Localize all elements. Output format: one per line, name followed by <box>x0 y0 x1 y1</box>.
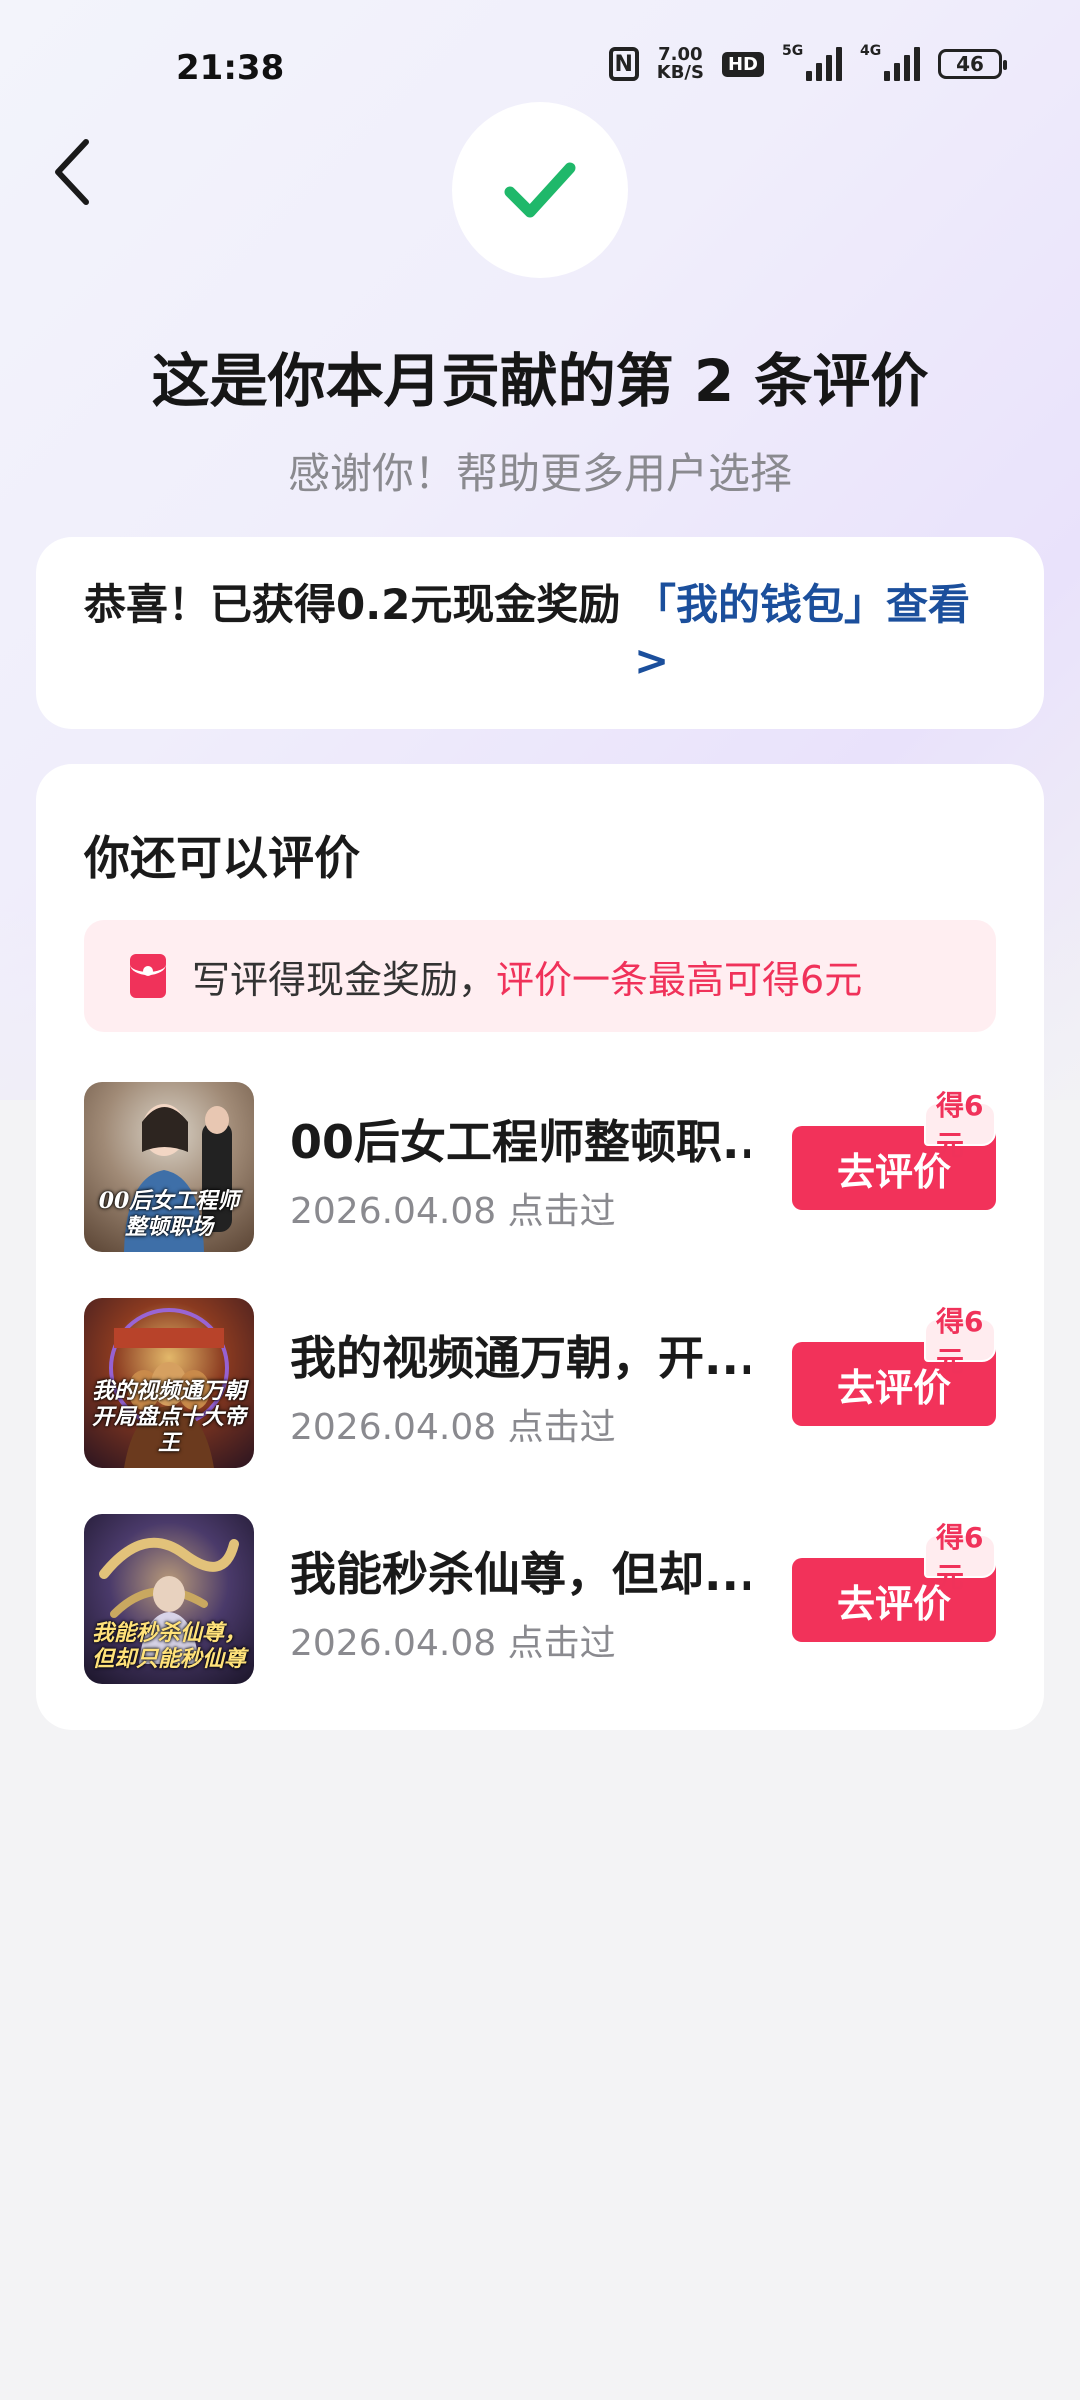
signal-5g-icon: 5G <box>782 43 842 81</box>
item-meta: 2026.04.08 点击过 <box>290 1407 616 1448</box>
cover-caption: 00后女工程师 整顿职场 <box>98 1188 240 1240</box>
network-speed-unit: KB/S <box>656 62 704 83</box>
list-item[interactable]: 我能秒杀仙尊， 但却只能秒仙尊 我能秒杀仙尊，但却... 2026.04.08 … <box>84 1514 996 1684</box>
battery-icon: 46 <box>938 49 1007 79</box>
item-title: 我的视频通万朝，开... <box>290 1331 750 1385</box>
red-packet-icon <box>130 954 166 998</box>
page-subtitle: 感谢你！帮助更多用户选择 <box>287 449 792 498</box>
cover-caption: 我的视频通万朝 开局盘点十大帝王 <box>91 1378 246 1456</box>
drama-cover-image[interactable]: 我的视频通万朝 开局盘点十大帝王 <box>84 1298 254 1468</box>
reward-badge: 得6元 <box>924 1521 996 1594</box>
status-icons: N 7.00 KB/S HD 5G 4G 46 <box>608 43 1007 82</box>
signal-4g-icon: 4G <box>860 43 920 81</box>
promo-highlight: 评价一条最高可得6元 <box>496 957 863 1002</box>
cover-caption: 我能秒杀仙尊， 但却只能秒仙尊 <box>91 1620 246 1672</box>
item-title: 00后女工程师整顿职... <box>290 1115 750 1169</box>
status-time: 21:38 <box>176 48 285 88</box>
page-title: 这是你本月贡献的第 2 条评价 <box>151 347 929 415</box>
reward-card: 恭喜！已获得0.2元现金奖励 「我的钱包」查看 > <box>36 537 1044 729</box>
cash-reward-banner: 写评得现金奖励， 评价一条最高可得6元 <box>84 920 996 1032</box>
drama-cover-image[interactable]: 我能秒杀仙尊， 但却只能秒仙尊 <box>84 1514 254 1684</box>
chevron-left-icon <box>55 139 89 205</box>
item-meta: 2026.04.08 点击过 <box>290 1191 616 1232</box>
signal-4g-label: 4G <box>860 43 882 59</box>
promo-text: 写评得现金奖励， <box>192 957 497 1002</box>
more-reviews-card: 你还可以评价 写评得现金奖励， 评价一条最高可得6元 00后女工程师 整顿职场 … <box>36 764 1044 1730</box>
list-item[interactable]: 我的视频通万朝 开局盘点十大帝王 我的视频通万朝，开... 2026.04.08… <box>84 1298 996 1468</box>
item-title: 我能秒杀仙尊，但却... <box>290 1547 750 1601</box>
success-check-badge <box>452 102 628 278</box>
hd-icon: HD <box>721 51 764 77</box>
my-wallet-link[interactable]: 「我的钱包」查看 > <box>634 577 1014 689</box>
drama-cover-image[interactable]: 00后女工程师 整顿职场 <box>84 1082 254 1252</box>
battery-level: 46 <box>956 52 984 76</box>
back-button[interactable] <box>30 130 120 220</box>
nfc-icon: N <box>608 47 639 81</box>
reward-badge: 得6元 <box>924 1089 996 1162</box>
reward-message: 恭喜！已获得0.2元现金奖励 <box>84 580 621 629</box>
network-speed: 7.00 KB/S <box>657 46 704 82</box>
section-title: 你还可以评价 <box>84 831 360 885</box>
item-meta: 2026.04.08 点击过 <box>290 1623 616 1664</box>
list-item[interactable]: 00后女工程师 整顿职场 00后女工程师整顿职... 2026.04.08 点击… <box>84 1082 996 1252</box>
checkmark-icon <box>504 162 576 218</box>
reward-badge: 得6元 <box>924 1305 996 1378</box>
signal-5g-label: 5G <box>782 43 804 59</box>
